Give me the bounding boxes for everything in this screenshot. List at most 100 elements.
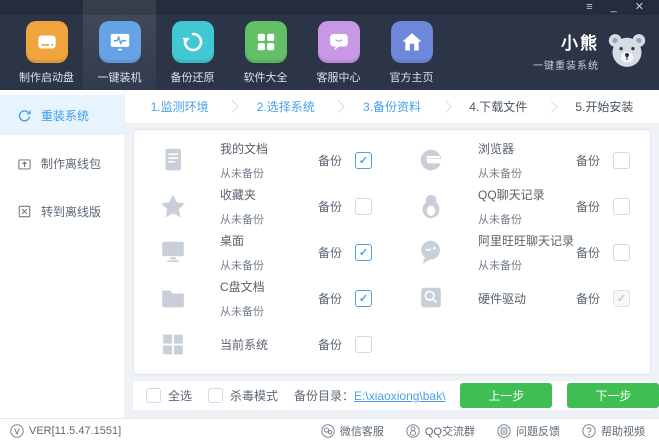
wizard-step-5: 5.开始安装	[556, 98, 653, 115]
backup-item-title: 当前系统	[220, 336, 318, 353]
backup-column-right: 浏览器 从未备份 备份 QQ聊天记录 从未备份 备份 阿里旺旺聊天记录 从未备份…	[392, 137, 650, 367]
feedback-icon	[497, 424, 511, 438]
sidebar: 重装系统 制作离线包 转到离线版	[0, 90, 125, 418]
document-icon	[156, 147, 190, 174]
backup-label: 备份	[318, 152, 342, 169]
one-click-install-icon	[99, 21, 141, 63]
backup-column-left: 我的文档 从未备份 备份 ✓ 收藏夹 从未备份 备份 桌面 从未备份 备份 ✓	[134, 137, 392, 367]
backup-checkbox[interactable]	[613, 244, 630, 261]
backup-item-row: 桌面 从未备份 备份 ✓	[134, 229, 392, 275]
content: 重装系统 制作离线包 转到离线版 1.监测环境2.选择系统3.备份资料4.下载文…	[0, 90, 659, 418]
titlebar: ≡ _ ✕	[0, 0, 659, 15]
backup-label: 备份	[318, 198, 342, 215]
backup-item-status: 从未备份	[478, 211, 576, 227]
star-icon	[156, 193, 190, 220]
wangwang-icon	[414, 239, 448, 266]
antivirus-mode-checkbox[interactable]	[208, 388, 223, 403]
backup-label: 备份	[576, 198, 600, 215]
qq-icon	[414, 193, 448, 220]
sidebar-item-offline-package[interactable]: 制作离线包	[0, 143, 124, 183]
backup-checkbox[interactable]: ✓	[355, 244, 372, 261]
backup-item-text: QQ聊天记录 从未备份	[478, 186, 576, 227]
boot-disk-icon	[26, 21, 68, 63]
help-icon	[582, 424, 596, 438]
footer-link-label: 问题反馈	[516, 423, 560, 439]
backup-checkbox[interactable]: ✓	[355, 290, 372, 307]
backup-item-text: 浏览器 从未备份	[478, 140, 576, 181]
backup-item-title: 阿里旺旺聊天记录	[478, 232, 576, 249]
backup-item-text: 硬件驱动	[478, 290, 576, 307]
backup-label: 备份	[576, 244, 600, 261]
backup-restore-icon	[172, 21, 214, 63]
select-all-checkbox[interactable]	[146, 388, 161, 403]
offline-package-icon	[17, 156, 32, 171]
wizard-step-3: 3.备份资料	[343, 98, 440, 115]
menu-icon[interactable]: ≡	[577, 0, 601, 15]
backup-checkbox[interactable]	[613, 198, 630, 215]
software-grid-icon	[245, 21, 287, 63]
backup-item-row: QQ聊天记录 从未备份 备份	[392, 183, 650, 229]
footer-link-qq-group[interactable]: QQ交流群	[406, 423, 475, 439]
backup-dir: 备份目录：E:\xiaoxiong\bak\	[294, 387, 445, 404]
wizard-steps: 1.监测环境2.选择系统3.备份资料4.下载文件5.开始安装	[125, 90, 659, 123]
backup-item-row: C盘文档 从未备份 备份 ✓	[134, 275, 392, 321]
prev-step-button[interactable]: 上一步	[460, 383, 552, 408]
backup-checkbox[interactable]: ✓	[355, 152, 372, 169]
backup-checkbox[interactable]	[355, 336, 372, 353]
footer-links: 微信客服 QQ交流群 问题反馈 帮助视频	[321, 423, 649, 439]
wechat-icon	[321, 424, 335, 438]
backup-item-title: 硬件驱动	[478, 290, 576, 307]
backup-item-title: C盘文档	[220, 278, 318, 295]
backup-item-row: 浏览器 从未备份 备份	[392, 137, 650, 183]
close-icon[interactable]: ✕	[626, 0, 653, 15]
nav-item-label: 备份还原	[171, 69, 215, 85]
backup-card: 我的文档 从未备份 备份 ✓ 收藏夹 从未备份 备份 桌面 从未备份 备份 ✓	[133, 129, 651, 375]
backup-checkbox: ✓	[613, 290, 630, 307]
backup-item-title: QQ聊天记录	[478, 186, 576, 203]
app-window: ≡ _ ✕ 制作启动盘 一键装机 备份还原 软件大全	[0, 0, 659, 443]
version-icon	[10, 424, 24, 438]
backup-item-text: 收藏夹 从未备份	[220, 186, 318, 227]
footer-link-feedback[interactable]: 问题反馈	[497, 423, 560, 439]
backup-dir-link[interactable]: E:\xiaoxiong\bak\	[354, 389, 445, 403]
ie-icon	[414, 147, 448, 174]
sidebar-item-label: 转到离线版	[41, 203, 101, 220]
footer-link-label: QQ交流群	[425, 423, 475, 439]
driver-icon	[414, 285, 448, 312]
backup-item-text: C盘文档 从未备份	[220, 278, 318, 319]
footer-link-help[interactable]: 帮助视频	[582, 423, 645, 439]
backup-item-row: 硬件驱动 备份 ✓	[392, 275, 650, 321]
brand-name: 小熊	[533, 29, 599, 54]
wizard-step-1: 1.监测环境	[131, 98, 228, 115]
sidebar-item-label: 制作离线包	[41, 155, 101, 172]
nav-item-label: 官方主页	[390, 69, 434, 85]
select-all-label: 全选	[168, 387, 192, 404]
backup-label: 备份	[318, 336, 342, 353]
footer-link-label: 帮助视频	[601, 423, 645, 439]
backup-item-title: 收藏夹	[220, 186, 318, 203]
version-text: VER[11.5.47.1551]	[29, 425, 121, 437]
backup-checkbox[interactable]	[355, 198, 372, 215]
backup-label: 备份	[318, 244, 342, 261]
backup-checkbox[interactable]	[613, 152, 630, 169]
backup-item-title: 桌面	[220, 232, 318, 249]
backup-item-row: 阿里旺旺聊天记录 从未备份 备份	[392, 229, 650, 275]
windows-icon	[156, 331, 190, 358]
next-step-button[interactable]: 下一步	[567, 383, 659, 408]
backup-item-row: 收藏夹 从未备份 备份	[134, 183, 392, 229]
backup-item-status: 从未备份	[220, 303, 318, 319]
sidebar-item-reinstall[interactable]: 重装系统	[0, 95, 124, 135]
backup-item-text: 当前系统	[220, 336, 318, 353]
antivirus-mode-label: 杀毒模式	[230, 387, 278, 404]
footer-link-wechat[interactable]: 微信客服	[321, 423, 384, 439]
backup-item-text: 阿里旺旺聊天记录 从未备份	[478, 232, 576, 273]
sidebar-item-offline-version[interactable]: 转到离线版	[0, 191, 124, 231]
service-chat-icon	[318, 21, 360, 63]
backup-item-text: 桌面 从未备份	[220, 232, 318, 273]
backup-label: 备份	[576, 290, 600, 307]
backup-label: 备份	[576, 152, 600, 169]
brand-text: 小熊 一键重装系统	[533, 29, 599, 72]
backup-label: 备份	[318, 290, 342, 307]
minimize-icon[interactable]: _	[602, 0, 626, 15]
qq-group-icon	[406, 424, 420, 438]
